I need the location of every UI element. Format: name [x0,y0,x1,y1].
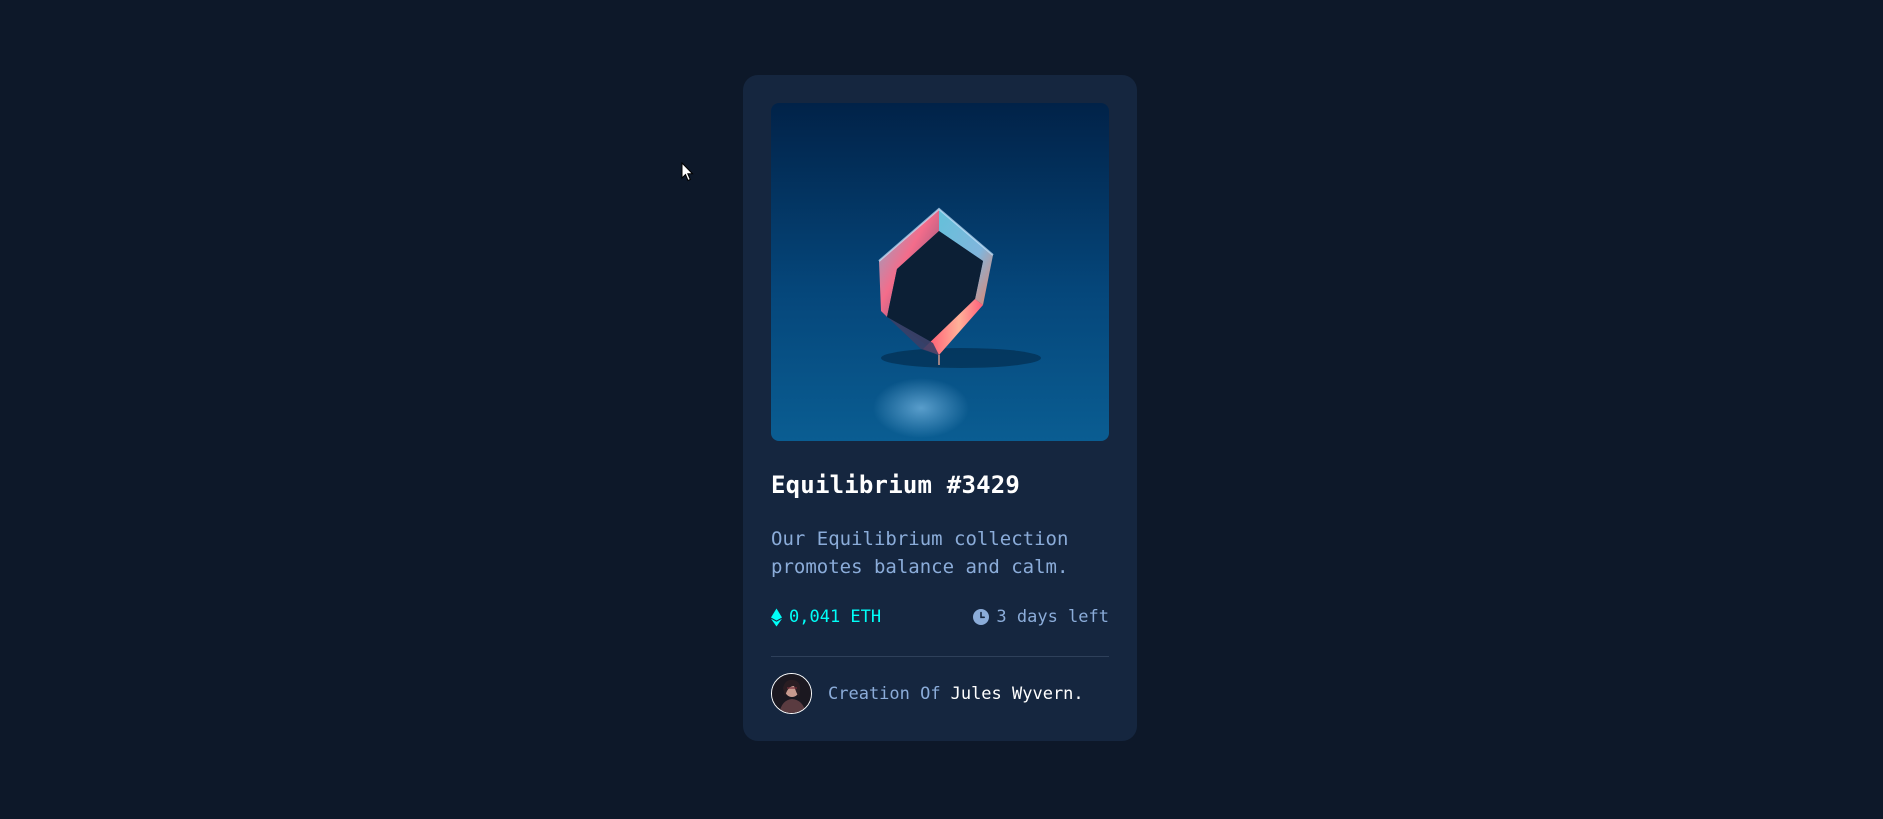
creator-prefix: Creation Of [828,683,941,704]
nft-meta: 0,041 ETH 3 days left [771,606,1109,628]
mouse-pointer-icon [681,161,695,182]
avatar [771,673,812,714]
creator-name-link[interactable]: Jules Wyvern. [951,684,1084,704]
time-left-value: 3 days left [996,607,1109,627]
price-value: 0,041 ETH [789,607,882,627]
ethereum-icon [771,608,782,627]
card-divider [771,656,1109,657]
nft-title[interactable]: Equilibrium #3429 [771,471,1109,499]
nft-image[interactable] [771,103,1109,441]
time-info: 3 days left [973,607,1109,627]
clock-icon [973,609,990,625]
creator-info: Creation Of Jules Wyvern. [771,673,1109,714]
price-info: 0,041 ETH [771,607,881,627]
nft-card: Equilibrium #3429 Our Equilibrium collec… [743,75,1137,741]
nft-description: Our Equilibrium collection promotes bala… [771,528,1069,578]
